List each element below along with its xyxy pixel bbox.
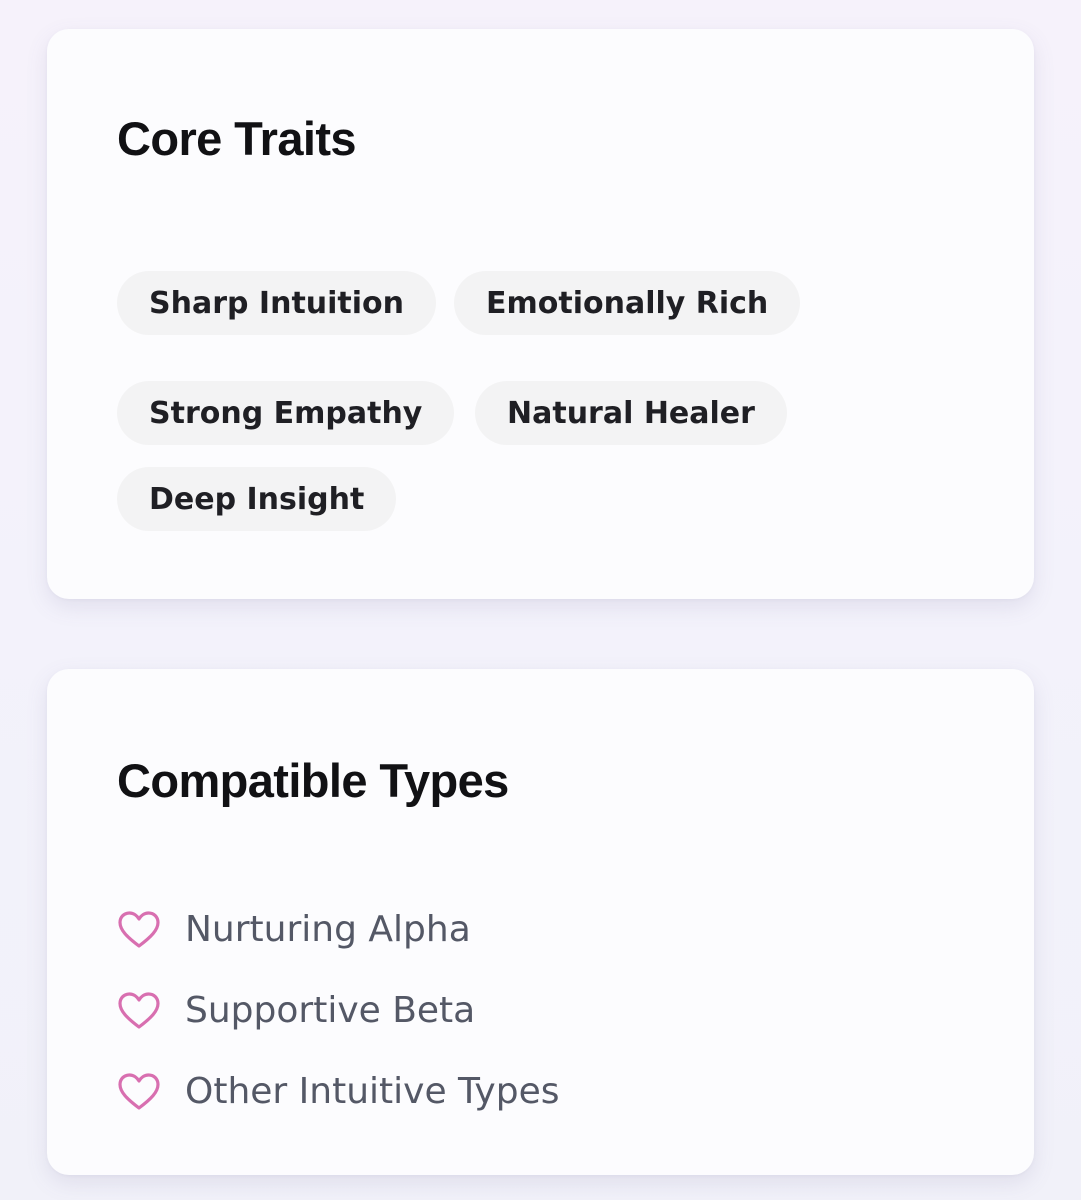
heart-outline-icon: [117, 1072, 161, 1112]
compatible-type-item: Nurturing Alpha: [117, 889, 559, 970]
compatible-type-item: Other Intuitive Types: [117, 1051, 559, 1132]
compatible-type-label: Other Intuitive Types: [185, 1071, 560, 1112]
trait-tag-sharp-intuition: Sharp Intuition: [117, 271, 437, 335]
heart-outline-icon: [117, 991, 161, 1031]
trait-tag-deep-insight: Deep Insight: [117, 467, 397, 531]
compatible-types-list: Nurturing Alpha Supportive Beta Other In…: [117, 889, 559, 1132]
compatible-type-label: Supportive Beta: [185, 990, 476, 1031]
compatible-type-label: Nurturing Alpha: [185, 909, 471, 950]
compatible-types-card: Compatible Types Nurturing Alpha Support…: [47, 669, 1034, 1175]
trait-tag-strong-empathy: Strong Empathy: [117, 381, 455, 445]
compatible-type-item: Supportive Beta: [117, 970, 559, 1051]
heart-outline-icon: [117, 910, 161, 950]
core-traits-card: Core Traits Sharp Intuition Emotionally …: [47, 29, 1034, 599]
trait-tag-natural-healer: Natural Healer: [475, 381, 787, 445]
core-traits-title: Core Traits: [117, 112, 357, 165]
trait-tag-emotionally-rich: Emotionally Rich: [454, 271, 801, 335]
compatible-types-title: Compatible Types: [117, 754, 509, 807]
